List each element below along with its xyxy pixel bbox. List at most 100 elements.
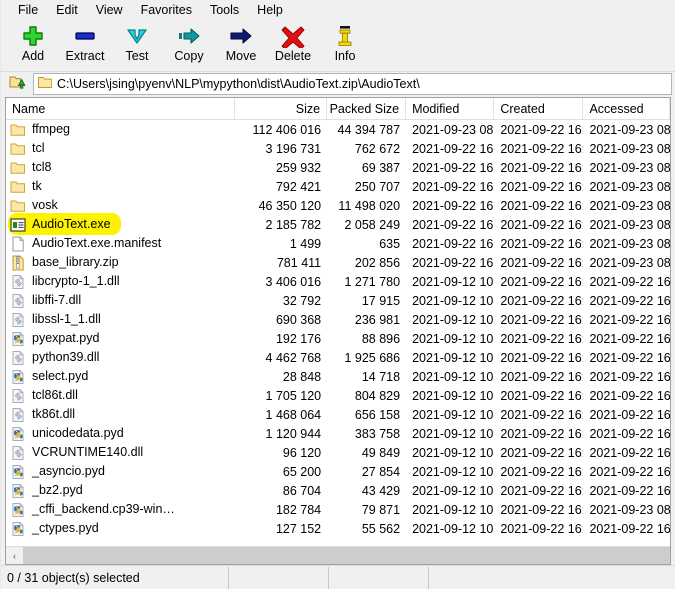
table-row[interactable]: unicodedata.pyd 1 120 944 383 758 2021-09-1…	[6, 424, 670, 443]
dll-icon	[10, 350, 26, 366]
cell-modified: 2021-09-12 10:20	[412, 312, 494, 327]
cell-name: unicodedata.pyd	[6, 424, 235, 443]
extract-button[interactable]: Extract	[59, 21, 111, 69]
menu-tools[interactable]: Tools	[201, 1, 248, 21]
table-row[interactable]: AudioText.exe.manifest 1 499 635 2021-09-22…	[6, 234, 670, 253]
pyd-icon	[10, 464, 26, 480]
table-row[interactable]: python39.dll 4 462 768 1 925 686 2021-09-12…	[6, 348, 670, 367]
cell-packed-size: 44 394 787	[337, 122, 401, 137]
table-row[interactable]: pyexpat.pyd 192 176 88 896 2021-09-12 10:20…	[6, 329, 670, 348]
up-one-level-button[interactable]	[6, 73, 30, 95]
move-arrow-icon	[226, 24, 256, 48]
scroll-left-arrow-icon[interactable]: ‹	[6, 547, 23, 564]
folder-icon	[10, 198, 26, 214]
cell-modified: 2021-09-12 10:20	[412, 483, 494, 498]
menu-view[interactable]: View	[87, 1, 132, 21]
table-row[interactable]: tk86t.dll 1 468 064 656 158 2021-09-12 10:2…	[6, 405, 670, 424]
status-pane-2	[229, 566, 329, 589]
move-button[interactable]: Move	[215, 21, 267, 69]
file-name-label: tcl	[32, 141, 45, 155]
address-path-field[interactable]: C:\Users\jsing\pyenv\NLP\mypython\dist\A…	[33, 72, 672, 95]
cell-packed-size: 762 672	[354, 141, 401, 156]
cell-name: libffi-7.dll	[6, 291, 235, 310]
table-row[interactable]: libcrypto-1_1.dll 3 406 016 1 271 780 2021-…	[6, 272, 670, 291]
cell-size: 1 705 120	[265, 388, 322, 403]
cell-size: 46 350 120	[258, 198, 322, 213]
menu-file[interactable]: File	[9, 1, 47, 21]
table-row[interactable]: tk 792 421 250 707 2021-09-22 16:52 2021-09-…	[6, 177, 670, 196]
cell-modified: 2021-09-12 10:20	[412, 521, 494, 536]
cell-packed-size: 1 271 780	[344, 274, 401, 289]
column-header-modified[interactable]: Modified	[406, 98, 495, 119]
file-name-label: tcl8	[32, 160, 52, 174]
table-row[interactable]: tcl 3 196 731 762 672 2021-09-22 16:51 2021-…	[6, 139, 670, 158]
menu-favorites[interactable]: Favorites	[132, 1, 201, 21]
table-row[interactable]: _ctypes.pyd 127 152 55 562 2021-09-12 10:20…	[6, 519, 670, 538]
table-row[interactable]: _bz2.pyd 86 704 43 429 2021-09-12 10:20 2021…	[6, 481, 670, 500]
table-row[interactable]: ffmpeg 112 406 016 44 394 787 2021-09-23 08…	[6, 120, 670, 139]
table-row[interactable]: _cffi_backend.cp39-win… 182 784 79 871 2021…	[6, 500, 670, 519]
copy-button[interactable]: Copy	[163, 21, 215, 69]
up-folder-icon	[9, 73, 27, 94]
info-button-label: Info	[334, 49, 356, 63]
toolbar: Add Extract Test Copy Move Delete Info	[1, 21, 675, 72]
column-header-row: Name Size Packed Size Modified Created A…	[6, 98, 670, 120]
cell-modified: 2021-09-22 16:51	[412, 141, 494, 156]
cell-created: 2021-09-22 16:51	[500, 274, 583, 289]
file-list-body[interactable]: ffmpeg 112 406 016 44 394 787 2021-09-23 08…	[6, 120, 670, 546]
file-name-label: base_library.zip	[32, 255, 119, 269]
column-header-packed-size[interactable]: Packed Size	[327, 98, 407, 119]
folder-icon	[10, 160, 26, 176]
pyd-icon	[10, 331, 26, 347]
cell-created: 2021-09-22 16:51	[500, 255, 583, 270]
cell-packed-size: 2 058 249	[344, 217, 401, 232]
column-header-created[interactable]: Created	[494, 98, 584, 119]
table-row[interactable]: VCRUNTIME140.dll 96 120 49 849 2021-09-12 1…	[6, 443, 670, 462]
cell-accessed: 2021-09-22 16:53	[589, 369, 670, 384]
delete-button[interactable]: Delete	[267, 21, 319, 69]
cell-created: 2021-09-22 16:51	[500, 179, 583, 194]
cell-created: 2021-09-22 16:51	[500, 521, 583, 536]
cell-accessed: 2021-09-23 08:29	[589, 122, 670, 137]
cell-packed-size: 635	[379, 236, 401, 251]
file-name-label: tk86t.dll	[32, 407, 76, 421]
table-row[interactable]: AudioText.exe 2 185 782 2 058 249 2021-09-2…	[6, 215, 670, 234]
chevron-down-icon	[122, 24, 152, 48]
column-header-size[interactable]: Size	[235, 98, 328, 119]
cell-modified: 2021-09-22 16:51	[412, 198, 494, 213]
cell-size: 192 176	[275, 331, 322, 346]
file-name-label: select.pyd	[32, 369, 89, 383]
seven-zip-file-manager-window: File Edit View Favorites Tools Help Add …	[0, 0, 675, 589]
table-row[interactable]: _asyncio.pyd 65 200 27 854 2021-09-12 10:20…	[6, 462, 670, 481]
table-row[interactable]: libffi-7.dll 32 792 17 915 2021-09-12 10:20…	[6, 291, 670, 310]
cell-size: 1 468 064	[265, 407, 322, 422]
test-button[interactable]: Test	[111, 21, 163, 69]
add-button[interactable]: Add	[7, 21, 59, 69]
cell-modified: 2021-09-12 10:20	[412, 445, 494, 460]
file-name-label: tk	[32, 179, 42, 193]
table-row[interactable]: tcl86t.dll 1 705 120 804 829 2021-09-12 10:…	[6, 386, 670, 405]
dll-icon	[10, 407, 26, 423]
cell-accessed: 2021-09-22 16:53	[589, 464, 670, 479]
cell-modified: 2021-09-12 10:20	[412, 407, 494, 422]
table-row[interactable]: libssl-1_1.dll 690 368 236 981 2021-09-12 1…	[6, 310, 670, 329]
table-row[interactable]: base_library.zip 781 411 202 856 2021-09-22…	[6, 253, 670, 272]
horizontal-scrollbar[interactable]: ‹	[6, 546, 670, 564]
file-name-label: AudioText.exe.manifest	[32, 236, 162, 250]
cell-packed-size: 27 854	[361, 464, 401, 479]
info-button[interactable]: Info	[319, 21, 371, 69]
menu-help[interactable]: Help	[248, 1, 292, 21]
column-header-accessed[interactable]: Accessed	[583, 98, 670, 119]
table-row[interactable]: select.pyd 28 848 14 718 2021-09-12 10:20 20…	[6, 367, 670, 386]
menu-edit[interactable]: Edit	[47, 1, 87, 21]
cell-size: 259 932	[275, 160, 322, 175]
column-header-name[interactable]: Name	[6, 98, 235, 119]
copy-arrow-icon	[174, 24, 204, 48]
cell-size: 2 185 782	[265, 217, 322, 232]
table-row[interactable]: tcl8 259 932 69 387 2021-09-22 16:52 2021-09…	[6, 158, 670, 177]
cell-size: 4 462 768	[265, 350, 322, 365]
cell-accessed: 2021-09-22 16:53	[589, 350, 670, 365]
scrollbar-thumb[interactable]	[23, 547, 670, 564]
cell-modified: 2021-09-12 10:20	[412, 388, 494, 403]
cell-accessed: 2021-09-22 16:53	[589, 445, 670, 460]
